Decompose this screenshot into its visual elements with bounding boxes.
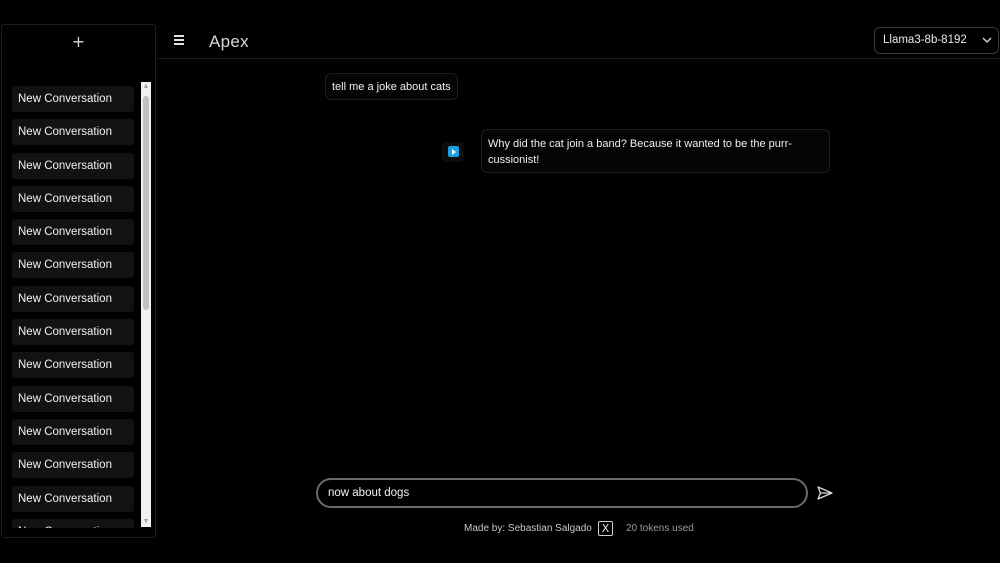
send-icon bbox=[817, 486, 833, 500]
conversation-item[interactable]: New Conversation bbox=[12, 185, 134, 212]
header: Apex Llama3-8b-8192 bbox=[158, 24, 1000, 59]
token-count: 20 tokens used bbox=[626, 523, 694, 534]
model-select-value: Llama3-8b-8192 bbox=[883, 34, 967, 46]
sidebar-scrollbar[interactable]: ▲ ▼ bbox=[141, 82, 151, 527]
model-select[interactable]: Llama3-8b-8192 bbox=[874, 27, 999, 54]
app-title: Apex bbox=[209, 32, 249, 51]
conversation-item[interactable]: New Conversation bbox=[12, 352, 134, 379]
scroll-up-arrow-icon[interactable]: ▲ bbox=[141, 82, 151, 92]
conversation-item[interactable]: New Conversation bbox=[12, 86, 134, 112]
conversation-item[interactable]: New Conversation bbox=[12, 119, 134, 146]
chat-input[interactable] bbox=[316, 478, 808, 508]
conversation-item[interactable]: New Conversation bbox=[12, 452, 134, 479]
scroll-thumb[interactable] bbox=[143, 96, 149, 310]
user-message: tell me a joke about cats bbox=[325, 73, 458, 100]
conversation-item[interactable]: New Conversation bbox=[12, 252, 134, 279]
scroll-down-arrow-icon[interactable]: ▼ bbox=[141, 517, 151, 527]
chevron-down-icon bbox=[982, 28, 992, 63]
conversation-item[interactable]: New Conversation bbox=[12, 152, 134, 179]
conversation-item[interactable]: New Conversation bbox=[12, 319, 134, 346]
conversation-item[interactable]: New Conversation bbox=[12, 219, 134, 246]
x-logo-icon[interactable]: X bbox=[598, 521, 613, 536]
conversation-item[interactable]: New Conversation bbox=[12, 285, 134, 312]
sidebar: + New Conversation New Conversation New Co… bbox=[1, 24, 156, 538]
conversation-item[interactable]: New Conversation bbox=[12, 485, 134, 512]
hamburger-menu-icon[interactable] bbox=[174, 33, 188, 47]
conversation-item[interactable]: New Conversation bbox=[12, 385, 134, 412]
play-icon bbox=[448, 146, 459, 157]
assistant-message: Why did the cat join a band? Because it … bbox=[481, 129, 830, 173]
conversation-item[interactable]: New Conversation bbox=[12, 518, 134, 528]
conversation-list: New Conversation New Conversation New Conv… bbox=[12, 86, 138, 528]
assistant-avatar bbox=[442, 142, 464, 162]
new-conversation-button[interactable]: + bbox=[2, 31, 155, 53]
send-button[interactable] bbox=[816, 484, 834, 502]
author-credit: Made by: Sebastian Salgado bbox=[464, 523, 592, 534]
conversation-item[interactable]: New Conversation bbox=[12, 418, 134, 445]
